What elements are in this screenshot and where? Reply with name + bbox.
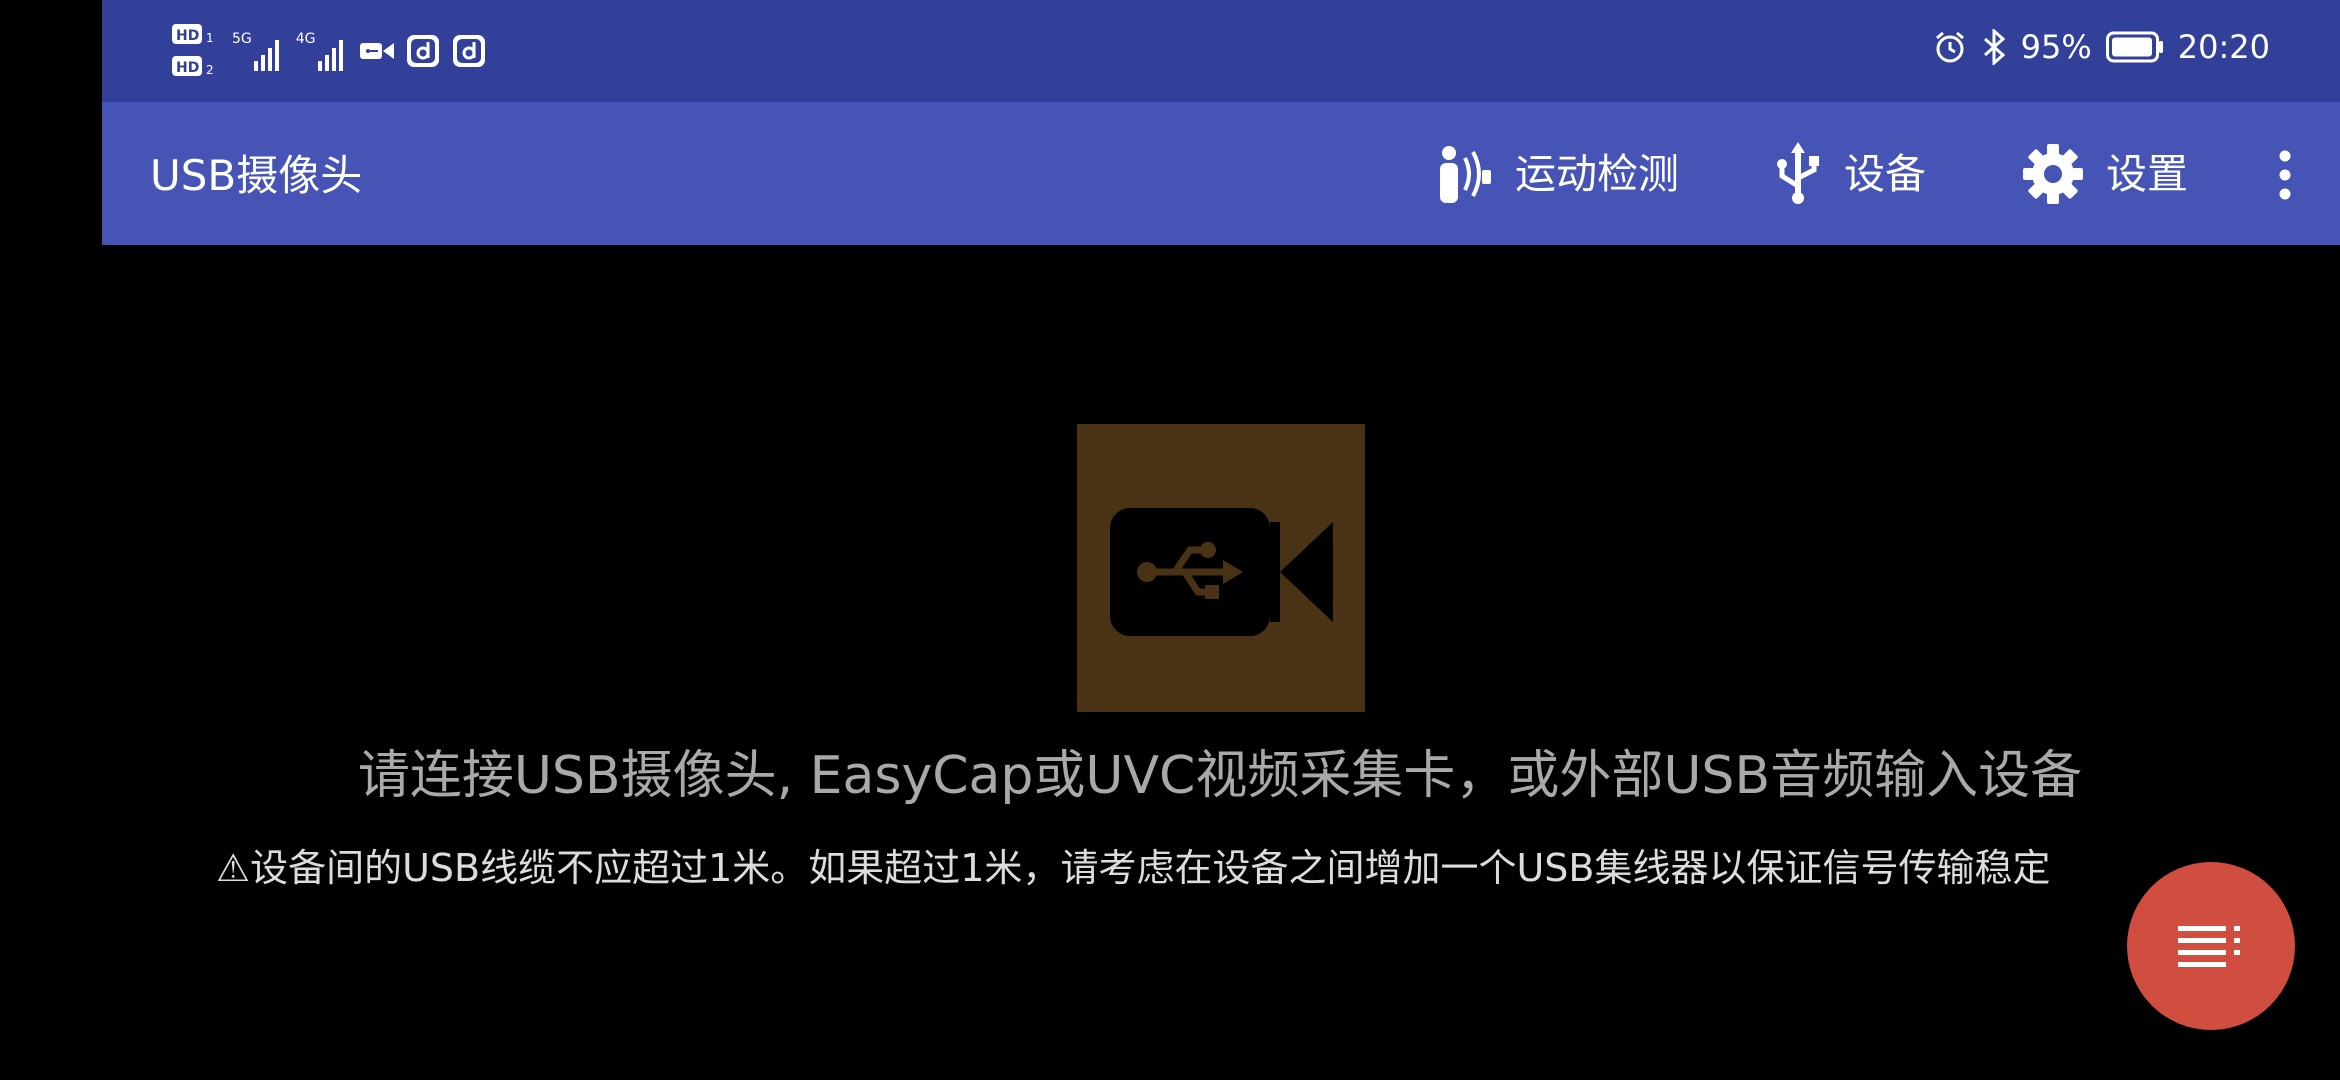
battery-percent: 95%: [2020, 28, 2092, 66]
more-vertical-icon: [2279, 150, 2291, 200]
display-cutout-area: [0, 0, 102, 1080]
gear-icon: [2023, 144, 2083, 204]
usb-icon: [1777, 142, 1819, 204]
camera-usb-status-icon: [359, 43, 394, 59]
signal-5g-indicator: 5G: [232, 31, 284, 71]
connect-device-prompt: 请连接USB摄像头, EasyCap或UVC视频采集卡，或外部USB音频输入设备: [357, 746, 2083, 806]
network-5g-label: 5G: [232, 31, 252, 47]
app-title: USB摄像头: [150, 151, 363, 200]
signal-bars-icon: [317, 40, 343, 71]
usb-camera-icon: [1110, 508, 1333, 636]
svg-text:1: 1: [206, 31, 214, 45]
settings-label: 设置: [2106, 150, 2188, 198]
app-notification-icon: [452, 35, 485, 67]
motion-detection-icon: [1440, 146, 1491, 203]
app-bar: USB摄像头 运动检测 设备 设置: [102, 102, 2340, 245]
battery-icon: [2105, 31, 2163, 63]
hd-sim-icon: HD 1 HD 2: [172, 24, 214, 77]
status-icons-right: 95% 20:20: [1933, 28, 2270, 66]
signal-4g-indicator: 4G: [296, 31, 348, 71]
overflow-menu-button[interactable]: [2270, 150, 2300, 200]
devices-label: 设备: [1844, 150, 1926, 198]
motion-detection-label: 运动检测: [1515, 150, 1679, 198]
status-icons-left: HD 1 HD 2 5G 4G: [172, 20, 486, 82]
devices-button[interactable]: 设备: [1774, 142, 1926, 206]
svg-text:HD: HD: [176, 60, 199, 76]
motion-detection-button[interactable]: 运动检测: [1435, 142, 1679, 206]
settings-button[interactable]: 设置: [2022, 142, 2188, 206]
status-bar: HD 1 HD 2 5G 4G 95% 20:20: [102, 0, 2340, 102]
svg-text:2: 2: [206, 63, 214, 77]
app-notification-icon: [406, 35, 439, 67]
signal-bars-icon: [253, 40, 279, 71]
bluetooth-icon: [1983, 29, 2005, 65]
usb-camera-placeholder: [1077, 424, 1365, 712]
alarm-icon: [1935, 31, 1964, 63]
list-menu-icon: [2178, 926, 2240, 967]
cable-length-warning: ⚠设备间的USB线缆不应超过1米。如果超过1米，请考虑在设备之间增加一个USB集…: [216, 842, 2050, 894]
svg-text:HD: HD: [176, 28, 199, 44]
clock: 20:20: [2177, 28, 2270, 66]
warning-icon: ⚠: [216, 846, 251, 890]
warning-text: 设备间的USB线缆不应超过1米。如果超过1米，请考虑在设备之间增加一个USB集线…: [250, 846, 2051, 890]
floating-menu-button[interactable]: [2127, 862, 2295, 1030]
network-4g-label: 4G: [295, 31, 316, 47]
